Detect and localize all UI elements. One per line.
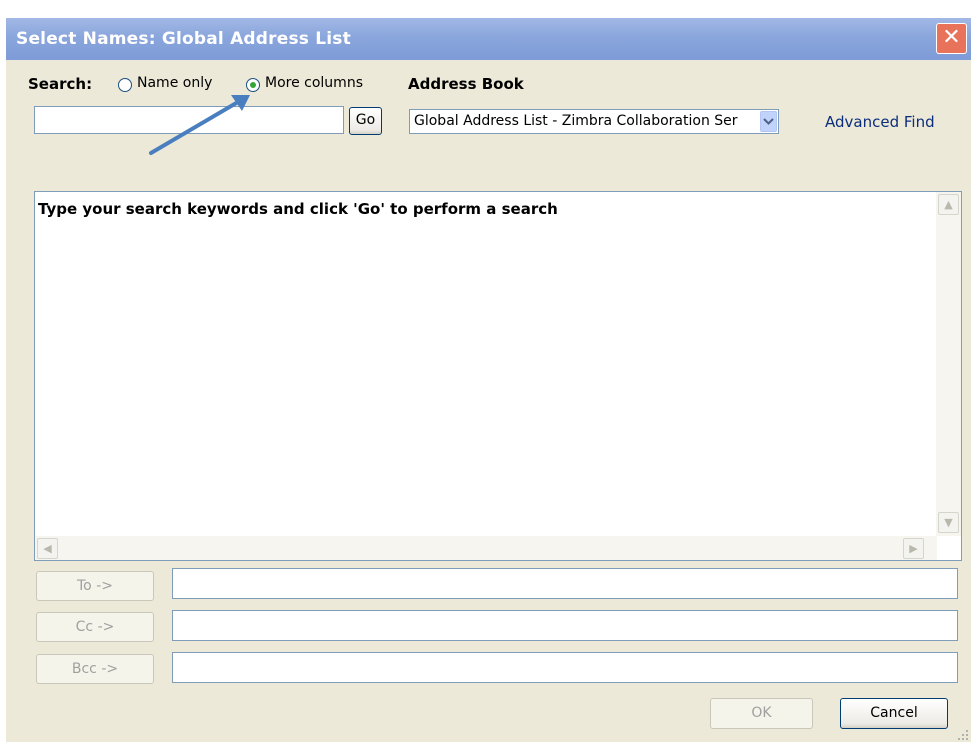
go-button[interactable]: Go [349,107,382,135]
address-book-selected: Global Address List - Zimbra Collaborati… [414,113,738,129]
select-names-dialog: Select Names: Global Address List ✕ Sear… [6,18,971,742]
results-placeholder-message: Type your search keywords and click 'Go'… [38,200,558,218]
resize-grip-icon[interactable] [957,728,969,740]
advanced-find-link[interactable]: Advanced Find [825,113,935,131]
close-button[interactable]: ✕ [936,23,967,54]
scroll-right-icon[interactable]: ▶ [903,538,924,559]
address-book-select[interactable]: Global Address List - Zimbra Collaborati… [409,109,779,134]
scroll-left-icon[interactable]: ◀ [37,538,58,559]
search-results-list[interactable]: Type your search keywords and click 'Go'… [34,191,962,561]
window-title: Select Names: Global Address List [16,29,351,49]
bcc-field[interactable] [172,652,958,683]
title-bar[interactable]: Select Names: Global Address List ✕ [6,18,971,60]
search-label: Search: [28,75,93,93]
address-book-label: Address Book [408,75,524,93]
chevron-down-icon[interactable] [760,111,777,132]
bcc-button[interactable]: Bcc -> [36,654,154,684]
radio-name-only-label[interactable]: Name only [137,75,212,91]
cc-field[interactable] [172,610,958,641]
cc-button[interactable]: Cc -> [36,612,154,642]
annotation-arrow-icon [149,95,250,155]
radio-more-columns-label[interactable]: More columns [265,75,363,91]
cancel-button[interactable]: Cancel [840,698,948,729]
ok-button[interactable]: OK [710,698,813,729]
radio-name-only[interactable] [118,78,132,92]
vertical-scrollbar[interactable]: ▲ ▼ [936,192,961,536]
to-field[interactable] [172,568,958,599]
horizontal-scrollbar[interactable]: ◀ ▶ [35,536,937,560]
to-button[interactable]: To -> [36,571,154,601]
scroll-down-icon[interactable]: ▼ [938,512,959,533]
scroll-up-icon[interactable]: ▲ [938,194,959,215]
